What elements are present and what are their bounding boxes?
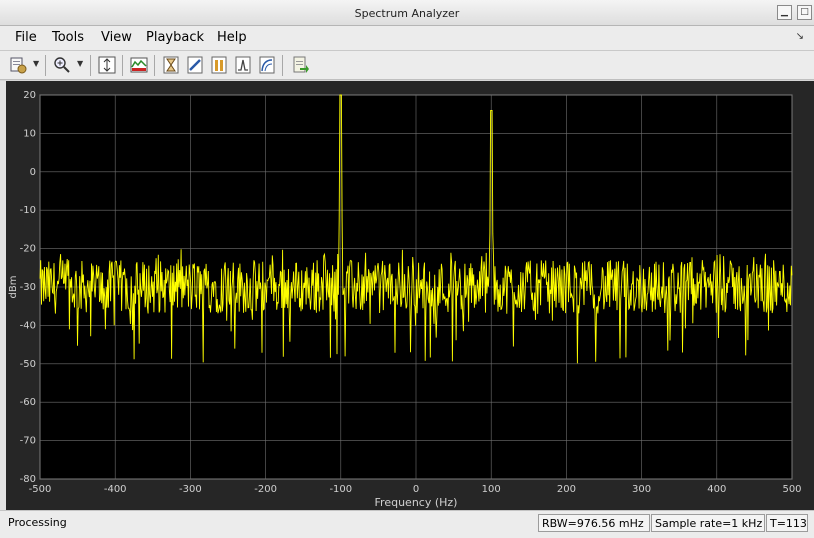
- x-tick-label: 200: [557, 484, 576, 495]
- peak-finder-icon[interactable]: [209, 55, 229, 75]
- menu-tools[interactable]: Tools: [52, 30, 84, 45]
- status-sample-rate: Sample rate=1 kHz: [651, 514, 765, 532]
- print-icon[interactable]: [8, 55, 28, 75]
- spectrum-chart[interactable]: -500 -400 -300 -200 -100 0 100 200 300 400 5002010…: [6, 81, 814, 510]
- measure-icon[interactable]: [185, 55, 205, 75]
- y-axis-label: dBm: [8, 276, 19, 299]
- zoom-dropdown-icon[interactable]: ▼: [77, 59, 83, 68]
- status-bar: Processing RBW=976.56 mHz Sample rate=1 …: [0, 510, 814, 538]
- toolbar-separator: [282, 55, 283, 76]
- x-tick-label: -500: [29, 484, 52, 495]
- y-tick-label: -80: [20, 474, 36, 485]
- cursor-icon[interactable]: [161, 55, 181, 75]
- toolbar-separator: [90, 55, 91, 76]
- menu-bar: File Tools View Playback Help ↘: [0, 26, 814, 50]
- status-processing: Processing: [8, 516, 67, 529]
- status-time: T=113: [766, 514, 808, 532]
- print-dropdown-icon[interactable]: ▼: [33, 59, 39, 68]
- export-icon[interactable]: [290, 55, 310, 75]
- y-tick-label: 10: [23, 128, 36, 139]
- x-tick-label: -300: [179, 484, 202, 495]
- autoscale-icon[interactable]: [97, 55, 117, 75]
- status-rbw: RBW=976.56 mHz: [538, 514, 650, 532]
- x-tick-label: -200: [254, 484, 277, 495]
- spectrum-settings-icon[interactable]: [129, 55, 149, 75]
- toolbar-separator: [154, 55, 155, 76]
- channel-icon[interactable]: [233, 55, 253, 75]
- y-tick-label: -60: [20, 397, 36, 408]
- y-tick-label: -30: [20, 282, 36, 293]
- x-tick-label: 400: [707, 484, 726, 495]
- title-bar: Spectrum Analyzer ▁ □: [0, 0, 814, 26]
- menu-help[interactable]: Help: [217, 30, 247, 45]
- y-tick-label: -20: [20, 244, 36, 255]
- x-tick-label: 100: [482, 484, 501, 495]
- zoom-in-icon[interactable]: [52, 55, 72, 75]
- menu-view[interactable]: View: [101, 30, 132, 45]
- minimize-icon[interactable]: ▁: [777, 5, 792, 20]
- dock-arrow-icon[interactable]: ↘: [796, 31, 804, 42]
- y-tick-label: -10: [20, 205, 36, 216]
- maximize-icon[interactable]: □: [797, 5, 812, 20]
- toolbar-separator: [45, 55, 46, 76]
- x-tick-label: 0: [413, 484, 419, 495]
- toolbar-separator: [122, 55, 123, 76]
- menu-file[interactable]: File: [15, 30, 37, 45]
- x-tick-label: -100: [329, 484, 352, 495]
- x-tick-label: 300: [632, 484, 651, 495]
- x-tick-label: -400: [104, 484, 127, 495]
- y-tick-label: 20: [23, 90, 36, 101]
- menu-playback[interactable]: Playback: [146, 30, 204, 45]
- y-tick-label: -70: [20, 436, 36, 447]
- x-axis-label: Frequency (Hz): [375, 496, 458, 509]
- y-tick-label: -50: [20, 359, 36, 370]
- x-tick-label: 500: [782, 484, 801, 495]
- window-title: Spectrum Analyzer: [354, 7, 460, 20]
- distortion-icon[interactable]: [257, 55, 277, 75]
- y-tick-label: 0: [30, 167, 36, 178]
- y-tick-label: -40: [20, 320, 36, 331]
- plot-area: -500 -400 -300 -200 -100 0 100 200 300 400 500 20 10…: [0, 81, 814, 510]
- toolbar: ▼ ▼: [0, 50, 814, 80]
